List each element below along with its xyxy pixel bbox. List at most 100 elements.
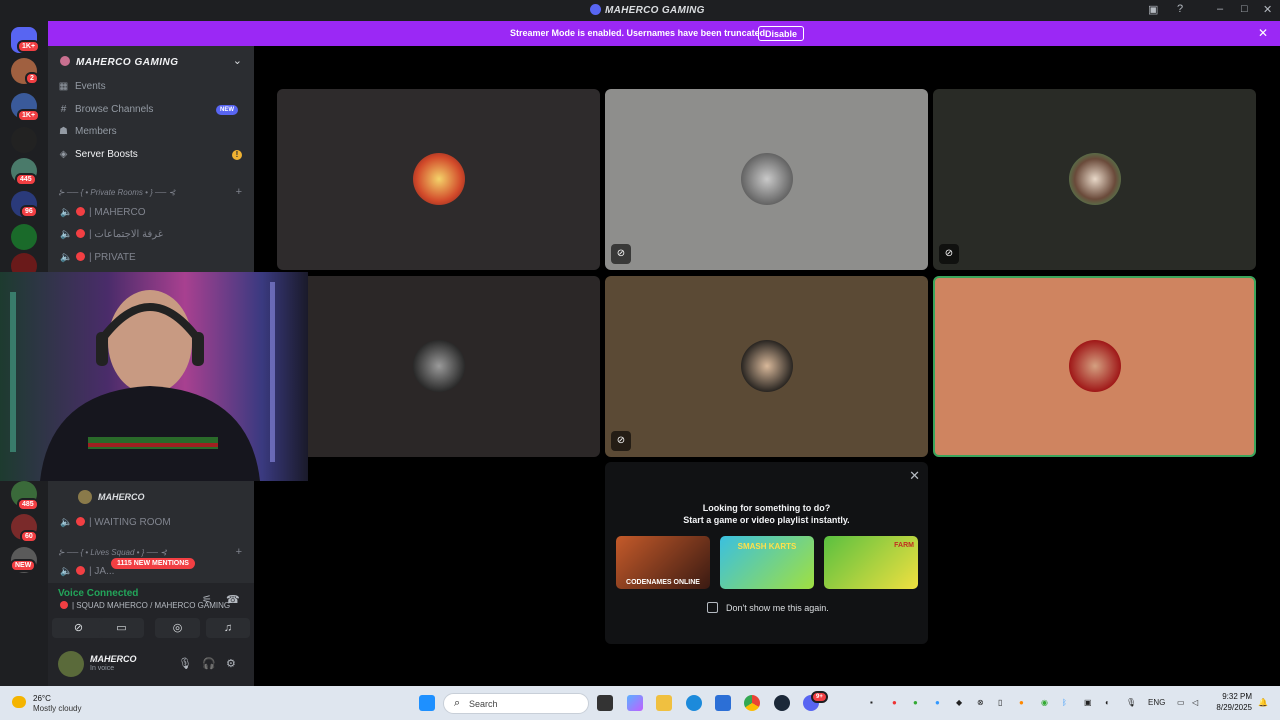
nvidia-icon[interactable]: ▪: [870, 698, 873, 707]
user-name: MAHERCO: [90, 654, 137, 664]
title-bar: MAHERCO GAMING ▣ ? – □ ✕: [0, 0, 1280, 21]
noise-suppression-icon[interactable]: ⚟: [202, 593, 212, 606]
tray-app-icon[interactable]: ●: [892, 698, 897, 707]
participant-tile[interactable]: ⊘: [605, 276, 928, 457]
server-badge: 96: [20, 205, 38, 218]
close-icon[interactable]: ✕: [909, 468, 920, 484]
activity-button[interactable]: ◎: [155, 618, 200, 638]
clock[interactable]: 9:32 PM 8/29/2025: [1214, 692, 1252, 712]
user-avatar[interactable]: [58, 651, 84, 677]
popup-title: Looking for something to do?: [702, 503, 831, 513]
game-card-codenames[interactable]: CODENAMES ONLINE: [616, 536, 710, 589]
disable-streamer-mode-button[interactable]: Disable: [758, 26, 805, 41]
minimize-button[interactable]: –: [1217, 3, 1223, 15]
chevron-down-icon[interactable]: ⌄: [233, 54, 242, 67]
network-icon[interactable]: ▭: [1177, 698, 1185, 707]
file-explorer-icon[interactable]: [656, 695, 672, 711]
screen-share-button[interactable]: ▭: [99, 618, 144, 638]
tray-app-icon[interactable]: ◆: [956, 698, 962, 707]
search-icon: ⌕: [454, 697, 461, 709]
category-lives-squad[interactable]: ⊱ ── { • Lives Squad • } ── ⊰: [58, 548, 167, 557]
add-channel-icon[interactable]: +: [236, 546, 242, 558]
avatar: [413, 340, 465, 392]
microphone-icon[interactable]: 🎙: [1126, 698, 1136, 707]
language-indicator[interactable]: ENG: [1148, 698, 1165, 707]
edge-icon[interactable]: [686, 695, 702, 711]
banner-message: Streamer Mode is enabled. Usernames have…: [510, 28, 768, 38]
tray-app-icon[interactable]: ▣: [1084, 698, 1092, 707]
category-private-rooms[interactable]: ⊱ ── { • Private Rooms • } ── ⊰: [58, 188, 175, 197]
gear-icon[interactable]: ⚙: [226, 657, 236, 670]
soundboard-icon: ♫: [223, 622, 233, 634]
search-box[interactable]: ⌕ Search: [443, 693, 589, 714]
new-mentions-pill[interactable]: 1115 NEW MENTIONS: [111, 558, 195, 569]
tray-app-icon[interactable]: ●: [913, 698, 918, 707]
server-icon[interactable]: [11, 127, 37, 153]
voice-channel[interactable]: 🔈 | WAITING ROOM: [60, 517, 171, 528]
store-icon[interactable]: [715, 695, 731, 711]
tray-app-icon[interactable]: ◉: [1041, 698, 1048, 707]
game-card-smash-karts[interactable]: SMASH KARTS: [720, 536, 814, 589]
task-view-icon[interactable]: [597, 695, 613, 711]
search-placeholder: Search: [469, 699, 498, 709]
server-name[interactable]: MAHERCO GAMING: [60, 56, 179, 68]
weather-desc[interactable]: Mostly cloudy: [33, 704, 81, 713]
maximize-button[interactable]: □: [1241, 3, 1248, 15]
nav-members[interactable]: ☗ Members: [58, 126, 117, 137]
copilot-icon[interactable]: [627, 695, 643, 711]
camera-button[interactable]: ⊘: [52, 618, 105, 638]
start-button[interactable]: [419, 695, 435, 711]
browse-channels-icon: #: [60, 104, 67, 115]
chrome-icon[interactable]: [744, 695, 760, 711]
game-title: SMASH KARTS: [737, 542, 797, 551]
close-window-button[interactable]: ✕: [1263, 3, 1272, 16]
popup-subtitle: Start a game or video playlist instantly…: [683, 515, 850, 525]
headphones-icon[interactable]: 🎧: [202, 657, 216, 670]
alert-icon: !: [232, 150, 242, 160]
voice-status[interactable]: Voice Connected: [58, 588, 138, 599]
voice-channel[interactable]: 🔈 | غرفة الاجتماعات: [60, 229, 163, 240]
participant-tile[interactable]: ⊘: [605, 89, 928, 270]
tray-app-icon[interactable]: ▯: [998, 698, 1002, 707]
new-badge: NEW: [216, 105, 238, 115]
help-icon[interactable]: ?: [1177, 3, 1183, 15]
dont-show-label[interactable]: Don't show me this again.: [726, 603, 829, 613]
screen-share-icon: ▭: [116, 622, 127, 634]
tray-app-icon[interactable]: ●: [935, 698, 940, 707]
nav-browse-channels[interactable]: # Browse Channels: [58, 104, 154, 115]
weather-temp[interactable]: 26°C: [33, 694, 51, 703]
notification-icon[interactable]: 🔔: [1258, 698, 1268, 707]
nav-events[interactable]: ▦ Events: [58, 81, 106, 92]
bluetooth-icon[interactable]: ᛒ: [1062, 698, 1067, 707]
voice-channel[interactable]: 🔈 | MAHERCO: [60, 207, 146, 218]
inbox-icon[interactable]: ▣: [1148, 3, 1158, 16]
soundboard-button[interactable]: ♫: [206, 618, 250, 638]
voice-member[interactable]: MAHERCO: [78, 490, 145, 504]
game-card-farm[interactable]: FARM: [824, 536, 918, 589]
microphone-icon[interactable]: 🎙: [178, 657, 192, 670]
disconnect-icon[interactable]: ☎: [226, 593, 240, 606]
steam-icon[interactable]: [774, 695, 790, 711]
nav-server-boosts[interactable]: ◈ Server Boosts: [58, 149, 138, 160]
participant-tile[interactable]: [277, 89, 600, 270]
speaker-icon: 🔈: [60, 252, 73, 263]
video-off-icon: ⊘: [611, 244, 631, 264]
participant-tile[interactable]: [277, 276, 600, 457]
tray-app-icon[interactable]: ◐: [1105, 698, 1110, 707]
participant-tile[interactable]: ⊘: [933, 89, 1256, 270]
voice-channel[interactable]: 🔈 | PRIVATE: [60, 252, 136, 263]
tray-app-icon[interactable]: ⊗: [977, 698, 984, 707]
add-channel-icon[interactable]: +: [236, 186, 242, 198]
tray-app-icon[interactable]: ●: [1019, 698, 1024, 707]
dont-show-checkbox[interactable]: [707, 602, 718, 613]
server-icon[interactable]: [11, 224, 37, 250]
volume-icon[interactable]: ◁: [1192, 698, 1198, 707]
voice-channel[interactable]: 🔈 | JA...: [60, 566, 114, 577]
close-banner-icon[interactable]: ✕: [1258, 26, 1268, 40]
member-name: MAHERCO: [98, 492, 145, 502]
live-dot-icon: [76, 207, 85, 216]
boost-icon: ◈: [59, 149, 68, 160]
participant-tile-speaking[interactable]: [933, 276, 1256, 457]
user-status: In voice: [90, 665, 115, 672]
windows-taskbar: 26°C Mostly cloudy ⌕ Search 9+ ▪ ● ● ● ◆…: [0, 686, 1280, 720]
